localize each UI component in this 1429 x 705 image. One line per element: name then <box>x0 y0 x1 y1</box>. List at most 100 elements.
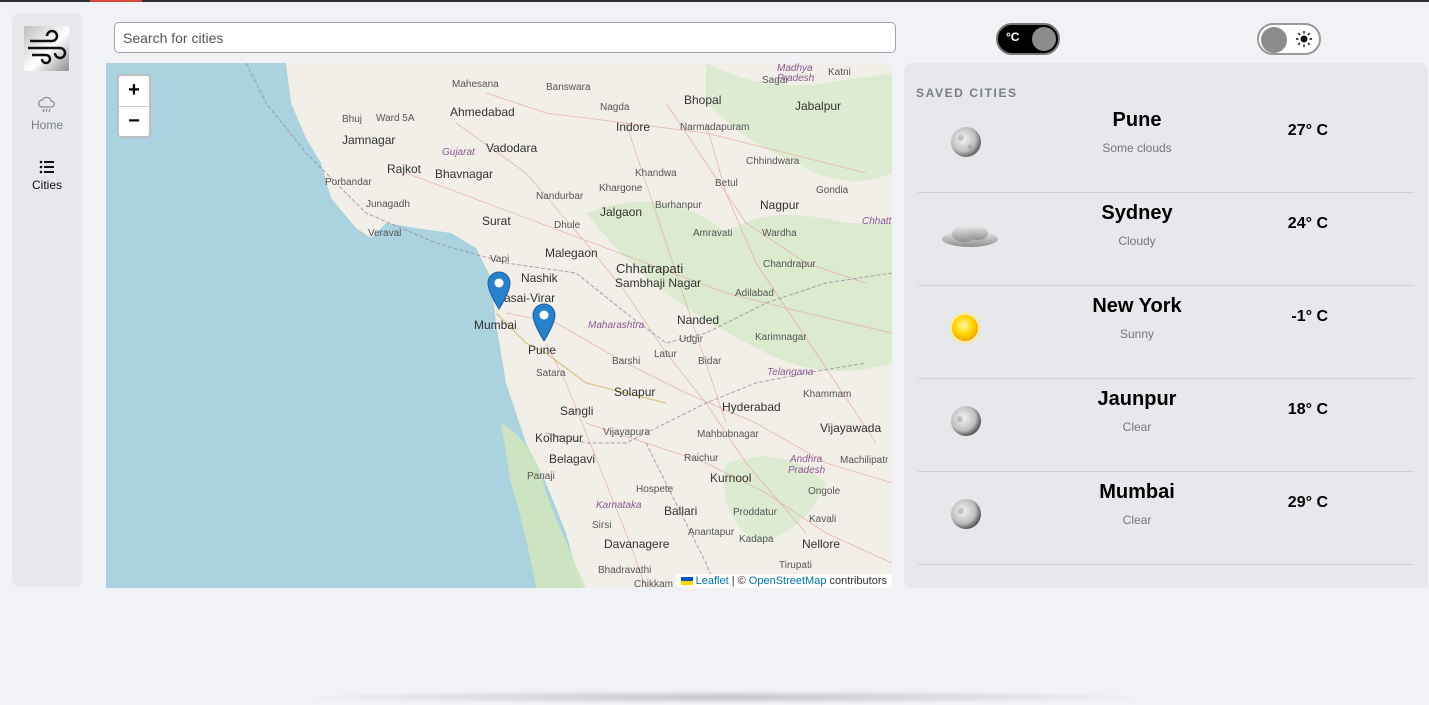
ukraine-flag-icon <box>680 577 693 586</box>
map-label: Chikkam <box>634 579 673 588</box>
map-label: Vapi <box>490 254 510 265</box>
sun-icon <box>949 312 981 344</box>
map-label: Betul <box>715 178 738 189</box>
map-label: Veraval <box>368 228 402 239</box>
map-label: Adilabad <box>735 288 774 299</box>
map-label: Pradesh <box>788 465 826 476</box>
city-description: Some clouds <box>1102 141 1172 155</box>
map-label: Chhatrapati <box>616 261 684 276</box>
map-label: Raichur <box>684 453 719 464</box>
map-label: Barshi <box>612 356 641 367</box>
city-row[interactable]: New York Sunny -1° C <box>918 286 1414 379</box>
map-marker-pune[interactable] <box>531 302 557 342</box>
map-label: Amravati <box>693 228 733 239</box>
map-label: Mahbubnagar <box>697 429 759 440</box>
tab-accent <box>90 0 142 2</box>
map-label: Nashik <box>521 271 558 285</box>
moon-icon <box>951 406 981 436</box>
city-row[interactable]: Jaunpur Clear 18° C <box>918 379 1414 472</box>
map-label: Jalgaon <box>600 205 643 219</box>
map-label: Maharashtra <box>588 320 645 331</box>
list-icon <box>39 160 54 174</box>
map-label: Telangana <box>767 367 814 378</box>
map-label: Bidar <box>698 356 722 367</box>
map-label: Malegaon <box>545 246 598 260</box>
city-temperature: 18° C <box>1287 401 1328 418</box>
map-label: Pune <box>528 343 557 357</box>
osm-link[interactable]: OpenStreetMap <box>749 575 827 587</box>
map-label: Belagavi <box>549 452 596 466</box>
map-label: Vijayapura <box>603 427 651 438</box>
map-label: Chhatt <box>862 216 892 227</box>
sun-icon <box>1296 31 1312 47</box>
nav-home[interactable]: Home <box>12 95 82 132</box>
map-label: Chandrapur <box>763 259 816 270</box>
city-row[interactable]: Sydney Cloudy 24° C <box>918 193 1414 286</box>
attribution-suffix: contributors <box>829 575 887 587</box>
nav-cities-label: Cities <box>31 178 62 192</box>
map-label: Machilipatr <box>840 455 889 466</box>
city-temperature: 29° C <box>1287 494 1328 511</box>
bottom-shadow <box>290 690 1160 704</box>
city-description: Clear <box>1122 420 1152 434</box>
map-label: Nandurbar <box>536 191 584 202</box>
map-label: Rajkot <box>387 162 422 176</box>
app-logo[interactable] <box>24 26 69 71</box>
map-label: Satara <box>536 368 566 379</box>
map-label: Kadapa <box>739 534 774 545</box>
map-label: Kolhapur <box>535 431 584 445</box>
map-label: Bhavnagar <box>435 167 494 181</box>
cloud-rain-icon <box>38 96 55 113</box>
nav-cities[interactable]: Cities <box>12 159 82 192</box>
unit-toggle[interactable]: °C <box>996 23 1060 55</box>
city-temperature: 27° C <box>1287 122 1328 139</box>
map-label: Wardha <box>762 228 797 239</box>
map-label: Nagpur <box>760 198 800 212</box>
map-label: Jabalpur <box>795 99 842 113</box>
map-label: Udgir <box>679 334 703 345</box>
map-label: Karnataka <box>596 500 642 511</box>
attribution-separator: | © <box>731 575 746 587</box>
city-name: Mumbai <box>1099 481 1175 503</box>
map-label: Surat <box>482 214 511 228</box>
map-label: Sambhaji Nagar <box>615 276 702 290</box>
map-label: Ward 5A <box>376 113 415 124</box>
zoom-in-button[interactable]: + <box>119 76 149 107</box>
map-label: Khammam <box>803 389 852 400</box>
map-label: Burhanpur <box>655 200 702 211</box>
city-name: New York <box>1092 295 1182 317</box>
map-label: Ongole <box>808 486 841 497</box>
city-row[interactable]: Pune Some clouds 27° C <box>918 100 1414 193</box>
map-label: Solapur <box>614 385 656 399</box>
map-label: Karimnagar <box>755 332 807 343</box>
city-description: Sunny <box>1119 327 1155 341</box>
moon-icon <box>951 499 981 529</box>
map-label: Pradesh <box>777 73 815 84</box>
theme-toggle[interactable] <box>1257 23 1321 55</box>
map-label: Porbandar <box>325 177 372 188</box>
map-label: Narmadapuram <box>680 122 750 133</box>
city-row[interactable]: Mumbai Clear 29° C <box>918 472 1414 565</box>
map-label: Davanagere <box>604 537 670 551</box>
map[interactable]: + − Mahesana Banswara Sagar Katni Bhopal… <box>106 63 892 588</box>
map-label: Ballari <box>664 504 698 518</box>
map-label: Kurnool <box>710 471 752 485</box>
leaflet-link[interactable]: Leaflet <box>696 575 729 587</box>
map-label: Proddatur <box>733 507 777 518</box>
saved-cities-heading: SAVED CITIES <box>916 86 1018 100</box>
zoom-out-button[interactable]: − <box>119 107 149 137</box>
map-label: Mumbai <box>474 318 517 332</box>
map-label: Andhra <box>790 454 823 465</box>
city-name: Sydney <box>1101 202 1173 224</box>
unit-toggle-label: °C <box>1006 30 1020 44</box>
map-label: Nanded <box>677 313 720 327</box>
wind-icon <box>28 29 67 65</box>
city-temperature: 24° C <box>1287 215 1328 232</box>
search-input[interactable] <box>114 22 896 53</box>
map-label: Vadodara <box>486 141 538 155</box>
saved-cities-panel: SAVED CITIES Pune Some clouds 27° C Sydn… <box>904 63 1428 588</box>
map-label: Khargone <box>599 183 643 194</box>
map-label: Nagda <box>600 102 630 113</box>
map-label: Bhadravathi <box>598 565 652 576</box>
map-marker-mumbai[interactable] <box>486 270 512 310</box>
